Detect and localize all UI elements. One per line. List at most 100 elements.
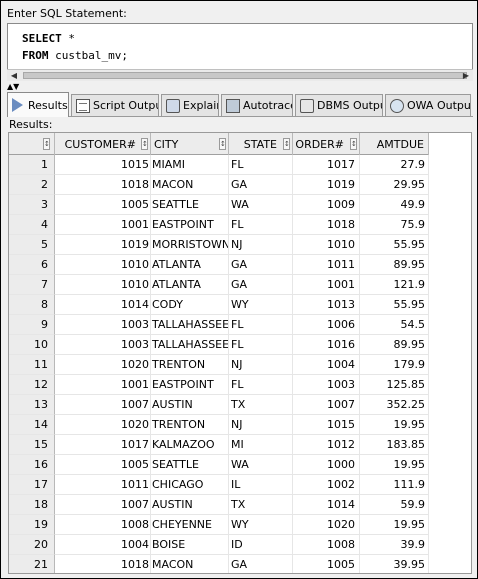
state-cell[interactable]: MI <box>229 435 293 455</box>
city-cell[interactable]: ATLANTA <box>151 275 229 295</box>
city-cell[interactable]: TRENTON <box>151 415 229 435</box>
table-row[interactable]: 8 1014 CODY WY 1013 55.95 <box>9 295 429 315</box>
table-row[interactable]: 10 1003 TALLAHASSEE FL 1016 89.95 <box>9 335 429 355</box>
amtdue-cell[interactable]: 54.5 <box>360 315 429 335</box>
customer-cell[interactable]: 1019 <box>55 235 151 255</box>
amtdue-cell[interactable]: 55.95 <box>360 295 429 315</box>
order-cell[interactable]: 1014 <box>293 495 360 515</box>
city-cell[interactable]: MACON <box>151 175 229 195</box>
city-cell[interactable]: SEATTLE <box>151 455 229 475</box>
amtdue-cell[interactable]: 111.9 <box>360 475 429 495</box>
order-cell[interactable]: 1011 <box>293 255 360 275</box>
customer-cell[interactable]: 1001 <box>55 375 151 395</box>
amtdue-cell[interactable]: 352.25 <box>360 395 429 415</box>
state-cell[interactable]: IL <box>229 475 293 495</box>
order-cell[interactable]: 1015 <box>293 415 360 435</box>
order-cell[interactable]: 1008 <box>293 535 360 555</box>
amtdue-cell[interactable]: 183.85 <box>360 435 429 455</box>
state-cell[interactable]: GA <box>229 275 293 295</box>
order-cell[interactable]: 1013 <box>293 295 360 315</box>
tab-owa-output[interactable]: OWA Output <box>385 94 471 116</box>
state-cell[interactable]: TX <box>229 395 293 415</box>
city-cell[interactable]: MORRISTOWN <box>151 235 229 255</box>
amtdue-cell[interactable]: 19.95 <box>360 515 429 535</box>
state-cell[interactable]: WA <box>229 455 293 475</box>
sort-icon[interactable]: ↕ <box>283 138 290 150</box>
city-cell[interactable]: BOISE <box>151 535 229 555</box>
table-row[interactable]: 2 1018 MACON GA 1019 29.95 <box>9 175 429 195</box>
customer-cell[interactable]: 1014 <box>55 295 151 315</box>
customer-cell[interactable]: 1004 <box>55 535 151 555</box>
state-cell[interactable]: WA <box>229 195 293 215</box>
tab-explain[interactable]: Explain <box>161 94 219 116</box>
customer-cell[interactable]: 1003 <box>55 315 151 335</box>
order-cell[interactable]: 1019 <box>293 175 360 195</box>
state-cell[interactable]: GA <box>229 255 293 275</box>
collapse-down-icon[interactable]: ▼ <box>13 82 19 91</box>
customer-cell[interactable]: 1018 <box>55 175 151 195</box>
tab-results[interactable]: Results <box>7 92 69 117</box>
customer-cell[interactable]: 1020 <box>55 415 151 435</box>
sort-icon[interactable]: ↕ <box>43 138 50 150</box>
city-cell[interactable]: TRENTON <box>151 355 229 375</box>
state-cell[interactable]: WY <box>229 295 293 315</box>
sql-text[interactable]: SELECT * FROM custbal_mv; <box>22 30 128 64</box>
state-cell[interactable]: FL <box>229 335 293 355</box>
amtdue-cell[interactable]: 59.9 <box>360 495 429 515</box>
sort-icon[interactable]: ↕ <box>219 138 226 150</box>
table-row[interactable]: 1 1015 MIAMI FL 1017 27.9 <box>9 155 429 175</box>
customer-cell[interactable]: 1010 <box>55 255 151 275</box>
table-row[interactable]: 9 1003 TALLAHASSEE FL 1006 54.5 <box>9 315 429 335</box>
order-cell[interactable]: 1016 <box>293 335 360 355</box>
customer-cell[interactable]: 1005 <box>55 455 151 475</box>
customer-cell[interactable]: 1001 <box>55 215 151 235</box>
customer-cell[interactable]: 1008 <box>55 515 151 535</box>
order-cell[interactable]: 1010 <box>293 235 360 255</box>
scroll-right-icon[interactable]: ▶ <box>460 70 472 81</box>
customer-cell[interactable]: 1010 <box>55 275 151 295</box>
city-cell[interactable]: TALLAHASSEE <box>151 315 229 335</box>
table-row[interactable]: 17 1011 CHICAGO IL 1002 111.9 <box>9 475 429 495</box>
scrollbar-thumb[interactable] <box>23 72 467 79</box>
state-cell[interactable]: NJ <box>229 235 293 255</box>
amtdue-cell[interactable]: 121.9 <box>360 275 429 295</box>
amtdue-cell[interactable]: 29.95 <box>360 175 429 195</box>
table-row[interactable]: 19 1008 CHEYENNE WY 1020 19.95 <box>9 515 429 535</box>
city-cell[interactable]: CODY <box>151 295 229 315</box>
city-cell[interactable]: TALLAHASSEE <box>151 335 229 355</box>
order-cell[interactable]: 1003 <box>293 375 360 395</box>
amtdue-cell[interactable]: 125.85 <box>360 375 429 395</box>
state-cell[interactable]: FL <box>229 375 293 395</box>
table-row[interactable]: 6 1010 ATLANTA GA 1011 89.95 <box>9 255 429 275</box>
state-cell[interactable]: NJ <box>229 355 293 375</box>
city-cell[interactable]: AUSTIN <box>151 395 229 415</box>
header-row-number[interactable]: ↕ <box>9 133 55 155</box>
table-row[interactable]: 12 1001 EASTPOINT FL 1003 125.85 <box>9 375 429 395</box>
state-cell[interactable]: GA <box>229 175 293 195</box>
tab-dbms-output[interactable]: DBMS Output <box>295 94 383 116</box>
amtdue-cell[interactable]: 89.95 <box>360 255 429 275</box>
sort-icon[interactable]: ↕ <box>141 138 148 150</box>
table-row[interactable]: 18 1007 AUSTIN TX 1014 59.9 <box>9 495 429 515</box>
table-row[interactable]: 4 1001 EASTPOINT FL 1018 75.9 <box>9 215 429 235</box>
sort-icon[interactable]: ↕ <box>350 138 357 150</box>
customer-cell[interactable]: 1005 <box>55 195 151 215</box>
state-cell[interactable]: FL <box>229 315 293 335</box>
order-cell[interactable]: 1006 <box>293 315 360 335</box>
amtdue-cell[interactable]: 19.95 <box>360 415 429 435</box>
tab-script-output[interactable]: Script Output <box>71 94 159 116</box>
city-cell[interactable]: CHEYENNE <box>151 515 229 535</box>
table-row[interactable]: 7 1010 ATLANTA GA 1001 121.9 <box>9 275 429 295</box>
amtdue-cell[interactable]: 179.9 <box>360 355 429 375</box>
order-cell[interactable]: 1001 <box>293 275 360 295</box>
table-row[interactable]: 13 1007 AUSTIN TX 1007 352.25 <box>9 395 429 415</box>
order-cell[interactable]: 1002 <box>293 475 360 495</box>
state-cell[interactable]: NJ <box>229 415 293 435</box>
order-cell[interactable]: 1012 <box>293 435 360 455</box>
state-cell[interactable]: FL <box>229 215 293 235</box>
customer-cell[interactable]: 1007 <box>55 495 151 515</box>
customer-cell[interactable]: 1018 <box>55 555 151 573</box>
city-cell[interactable]: MACON <box>151 555 229 573</box>
amtdue-cell[interactable]: 39.9 <box>360 535 429 555</box>
header-amtdue[interactable]: AMTDUE <box>360 133 429 155</box>
